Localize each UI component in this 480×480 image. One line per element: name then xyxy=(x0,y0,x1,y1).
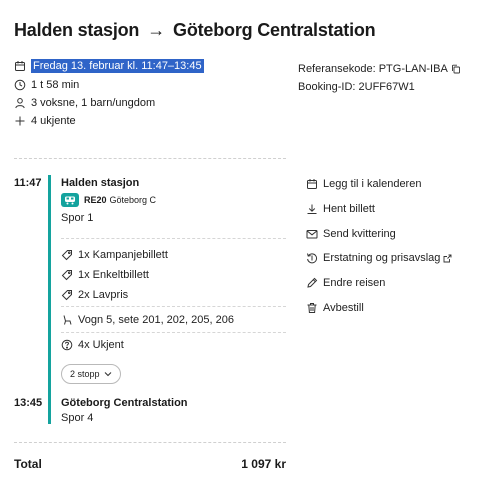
total-label: Total xyxy=(14,457,42,471)
add-to-calendar-action[interactable]: Legg til i kalenderen xyxy=(306,178,421,190)
train-icon xyxy=(61,193,79,207)
action-label: Send kvittering xyxy=(323,228,396,240)
trip-date: Fredag 13. februar kl. 11:47–13:45 xyxy=(31,59,204,73)
destination-station: Göteborg Centralstation xyxy=(173,20,376,40)
travelers: 3 voksne, 1 barn/ungdom xyxy=(31,97,156,109)
compensation-action[interactable]: Erstatning og prisavslag xyxy=(306,252,452,264)
mail-icon xyxy=(306,228,318,240)
booking-id: Booking-ID: 2UFF67W1 xyxy=(298,81,415,93)
ticket-line: 1x Enkeltbillett xyxy=(61,269,149,281)
copy-icon[interactable] xyxy=(451,64,461,74)
divider xyxy=(61,306,286,307)
pencil-icon xyxy=(306,277,318,289)
chevron-down-icon xyxy=(100,371,112,377)
origin-station: Halden stasjon xyxy=(14,20,140,40)
arrow-right-icon: → xyxy=(147,20,166,40)
departure-station: Halden stasjon xyxy=(61,177,140,189)
extra-row: 4 ukjente xyxy=(14,115,76,127)
cancel-booking-action[interactable]: Avbestill xyxy=(306,302,364,314)
seat-text: Vogn 5, sete 201, 202, 205, 206 xyxy=(78,314,234,326)
ticket-icon xyxy=(61,289,73,301)
reference-code: Referansekode: PTG-LAN-IBA xyxy=(298,63,461,75)
action-label: Avbestill xyxy=(323,302,364,314)
ticket-icon xyxy=(61,249,73,261)
action-label: Erstatning og prisavslag xyxy=(323,252,441,264)
train-number: RE20 xyxy=(84,195,107,205)
train-info: RE20 Göteborg C xyxy=(61,193,156,207)
stops-button[interactable]: 2 stopp xyxy=(61,364,121,384)
plus-icon xyxy=(14,115,26,127)
train-destination: Göteborg C xyxy=(109,195,157,205)
trash-icon xyxy=(306,302,318,314)
ticket-text: 1x Enkeltbillett xyxy=(78,269,149,281)
divider xyxy=(14,158,286,159)
ticket-icon xyxy=(61,269,73,281)
reference-code-text: Referansekode: PTG-LAN-IBA xyxy=(298,63,448,75)
change-trip-action[interactable]: Endre reisen xyxy=(306,277,385,289)
stops-button-label: 2 stopp xyxy=(70,369,100,379)
unknown-text: 4x Ukjent xyxy=(78,339,124,351)
divider xyxy=(61,238,286,239)
ticket-line: 1x Kampanjebillett xyxy=(61,249,168,261)
trip-duration: 1 t 58 min xyxy=(31,79,80,91)
departure-track: Spor 1 xyxy=(61,212,94,224)
question-icon xyxy=(61,339,73,351)
ticket-text: 2x Lavpris xyxy=(78,289,129,301)
seat-line: Vogn 5, sete 201, 202, 205, 206 xyxy=(61,314,234,326)
download-icon xyxy=(306,203,318,215)
arrival-track: Spor 4 xyxy=(61,412,94,424)
person-icon xyxy=(14,97,26,109)
action-label: Legg til i kalenderen xyxy=(323,178,422,190)
ticket-text: 1x Kampanjebillett xyxy=(78,249,168,261)
calendar-icon xyxy=(14,60,26,72)
refund-icon xyxy=(306,252,318,264)
action-label: Endre reisen xyxy=(323,277,386,289)
send-receipt-action[interactable]: Send kvittering xyxy=(306,228,396,240)
calendar-icon xyxy=(306,178,318,190)
seat-icon xyxy=(61,314,73,326)
travelers-row: 3 voksne, 1 barn/ungdom xyxy=(14,97,155,109)
arrival-time: 13:45 xyxy=(14,397,43,409)
ticket-line: 2x Lavpris xyxy=(61,289,128,301)
divider xyxy=(61,332,286,333)
date-row: Fredag 13. februar kl. 11:47–13:45 xyxy=(14,59,204,73)
get-ticket-action[interactable]: Hent billett xyxy=(306,203,375,215)
external-link-icon xyxy=(443,254,452,263)
journey-timeline xyxy=(48,175,51,424)
clock-icon xyxy=(14,79,26,91)
unknown-line: 4x Ukjent xyxy=(61,339,124,351)
page-title: Halden stasjon → Göteborg Centralstation xyxy=(14,20,376,41)
divider xyxy=(14,442,286,443)
total-price: 1 097 kr xyxy=(241,457,286,471)
extra-travelers: 4 ukjente xyxy=(31,115,76,127)
action-label: Hent billett xyxy=(323,203,375,215)
departure-time: 11:47 xyxy=(14,177,42,189)
arrival-station: Göteborg Centralstation xyxy=(61,397,188,409)
duration-row: 1 t 58 min xyxy=(14,79,79,91)
